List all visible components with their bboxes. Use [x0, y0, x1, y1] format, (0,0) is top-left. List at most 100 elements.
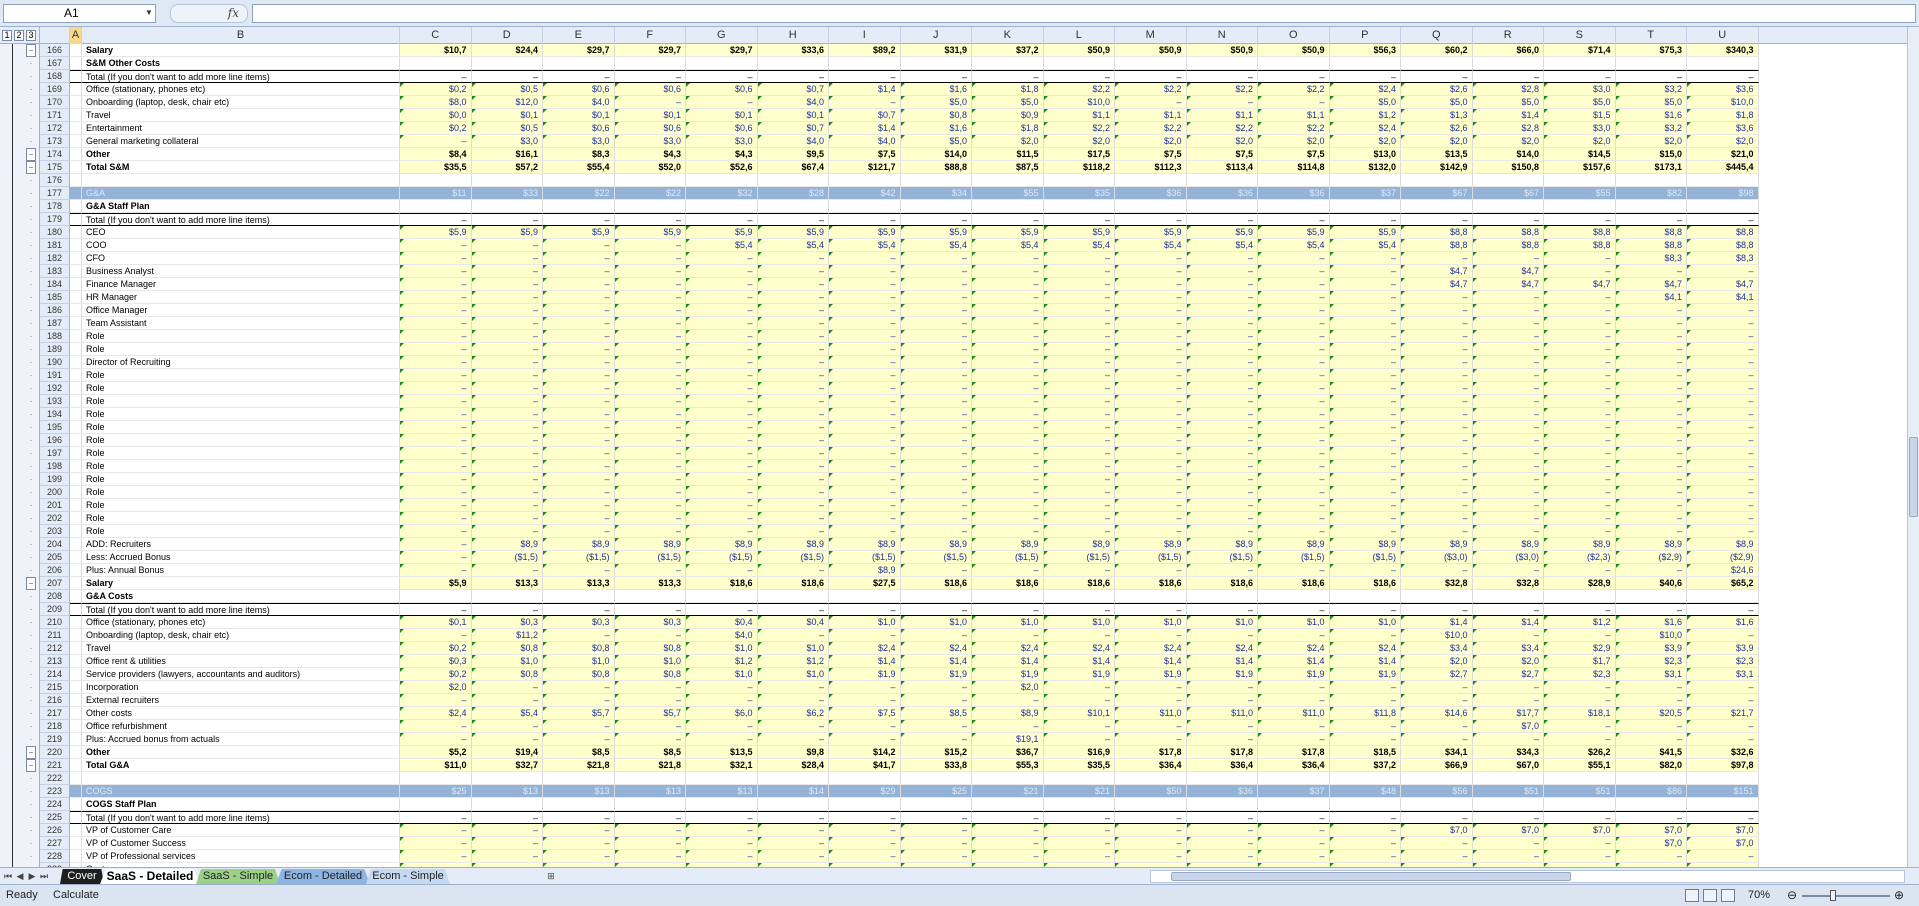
cell[interactable]: –	[1544, 512, 1616, 525]
row-label[interactable]: HR Manager	[82, 291, 400, 304]
cell[interactable]: $11,0	[400, 759, 472, 772]
row-header[interactable]: 224	[40, 798, 70, 811]
insert-function-icon[interactable]: fx	[170, 4, 248, 23]
cell[interactable]	[70, 434, 82, 447]
cell[interactable]: $0,2	[400, 642, 472, 655]
cell[interactable]: –	[1615, 317, 1687, 330]
cell[interactable]: –	[829, 330, 901, 343]
cell[interactable]: –	[1043, 213, 1115, 226]
cell[interactable]: $0,6	[543, 83, 615, 96]
cell[interactable]: –	[1615, 343, 1687, 356]
cell[interactable]	[1472, 590, 1544, 603]
cell[interactable]: $8,9	[972, 538, 1044, 551]
cell[interactable]: $1,8	[972, 83, 1044, 96]
cell[interactable]: –	[972, 382, 1044, 395]
cell[interactable]: –	[471, 395, 543, 408]
cell[interactable]: –	[900, 291, 972, 304]
cell[interactable]: $15,2	[900, 746, 972, 759]
cell[interactable]: ($1,5)	[829, 551, 901, 564]
first-sheet-icon[interactable]: ⏮	[2, 869, 14, 883]
cell[interactable]: –	[614, 434, 686, 447]
cell[interactable]: –	[471, 499, 543, 512]
cell[interactable]: –	[1472, 343, 1544, 356]
cell[interactable]: $1,0	[757, 668, 829, 681]
cell[interactable]: $98	[1687, 187, 1759, 200]
cell[interactable]: $6,2	[757, 707, 829, 720]
cell[interactable]: –	[471, 850, 543, 863]
cell[interactable]: $34	[900, 187, 972, 200]
cell[interactable]: –	[1401, 434, 1473, 447]
cell[interactable]: $1,4	[900, 655, 972, 668]
cell[interactable]: –	[400, 395, 472, 408]
outline-collapse-button[interactable]: −	[26, 44, 36, 57]
cell[interactable]: $1,3	[1401, 109, 1473, 122]
cell[interactable]: $67	[1472, 187, 1544, 200]
cell[interactable]: –	[1472, 70, 1544, 83]
cell[interactable]: –	[972, 343, 1044, 356]
cell[interactable]: –	[1329, 460, 1401, 473]
cell[interactable]: $5,9	[1186, 226, 1258, 239]
cell[interactable]: –	[1472, 694, 1544, 707]
row-header[interactable]: 202	[40, 512, 70, 525]
cell[interactable]: $2,2	[1043, 83, 1115, 96]
cell[interactable]: $2,0	[1115, 135, 1187, 148]
cell[interactable]	[70, 499, 82, 512]
cell[interactable]: –	[400, 811, 472, 824]
row-header[interactable]: 171	[40, 109, 70, 122]
cell[interactable]: –	[686, 408, 758, 421]
cell[interactable]	[70, 44, 82, 57]
cell[interactable]: –	[471, 421, 543, 434]
cell[interactable]: $1,4	[1043, 655, 1115, 668]
cell[interactable]: –	[900, 681, 972, 694]
cell[interactable]: $2,6	[1401, 122, 1473, 135]
cell[interactable]: $5,9	[400, 577, 472, 590]
cell[interactable]: $1,9	[1329, 668, 1401, 681]
last-sheet-icon[interactable]: ⏭	[38, 869, 50, 883]
cell[interactable]: –	[1043, 720, 1115, 733]
cell[interactable]: ($2,9)	[1687, 551, 1759, 564]
cell[interactable]: $34,1	[1401, 746, 1473, 759]
cell[interactable]: –	[686, 447, 758, 460]
cell[interactable]: –	[1043, 564, 1115, 577]
cell[interactable]: –	[1329, 356, 1401, 369]
cell[interactable]: $8,8	[1401, 226, 1473, 239]
cell[interactable]: –	[1329, 278, 1401, 291]
cell[interactable]: $8,9	[1258, 538, 1330, 551]
cell[interactable]: $150,8	[1472, 161, 1544, 174]
cell[interactable]: –	[1472, 330, 1544, 343]
cell[interactable]: $13	[471, 785, 543, 798]
cell[interactable]: –	[1472, 447, 1544, 460]
cell[interactable]: –	[400, 447, 472, 460]
cell[interactable]	[1401, 798, 1473, 811]
cell[interactable]: –	[1544, 330, 1616, 343]
cell[interactable]: –	[1401, 473, 1473, 486]
cell[interactable]: $5,9	[1043, 226, 1115, 239]
cell[interactable]: $67,4	[757, 161, 829, 174]
cell[interactable]: $51	[1544, 785, 1616, 798]
cell[interactable]	[1615, 798, 1687, 811]
cell[interactable]: $2,0	[1043, 135, 1115, 148]
cell[interactable]: –	[757, 811, 829, 824]
cell[interactable]: $4,0	[757, 135, 829, 148]
cell[interactable]: $1,1	[1186, 109, 1258, 122]
cell[interactable]: $114,8	[1258, 161, 1330, 174]
row-label[interactable]: Total (If you don't want to add more lin…	[82, 70, 400, 83]
cell[interactable]: $11,0	[1186, 707, 1258, 720]
cell[interactable]: $5,9	[1329, 226, 1401, 239]
cell[interactable]: –	[1115, 603, 1187, 616]
row-label[interactable]: Total (If you don't want to add more lin…	[82, 811, 400, 824]
cell[interactable]: –	[1115, 343, 1187, 356]
row-label[interactable]: Role	[82, 512, 400, 525]
cell[interactable]: –	[471, 70, 543, 83]
cell[interactable]	[1043, 200, 1115, 213]
cell[interactable]: –	[900, 382, 972, 395]
cell[interactable]: –	[1401, 356, 1473, 369]
row-header[interactable]: 185	[40, 291, 70, 304]
cell[interactable]: $1,9	[972, 668, 1044, 681]
cell[interactable]: –	[1186, 629, 1258, 642]
cell[interactable]: –	[829, 694, 901, 707]
cell[interactable]: $8,8	[1687, 239, 1759, 252]
cell[interactable]: –	[972, 824, 1044, 837]
row-header[interactable]: 201	[40, 499, 70, 512]
cell[interactable]: –	[1615, 525, 1687, 538]
